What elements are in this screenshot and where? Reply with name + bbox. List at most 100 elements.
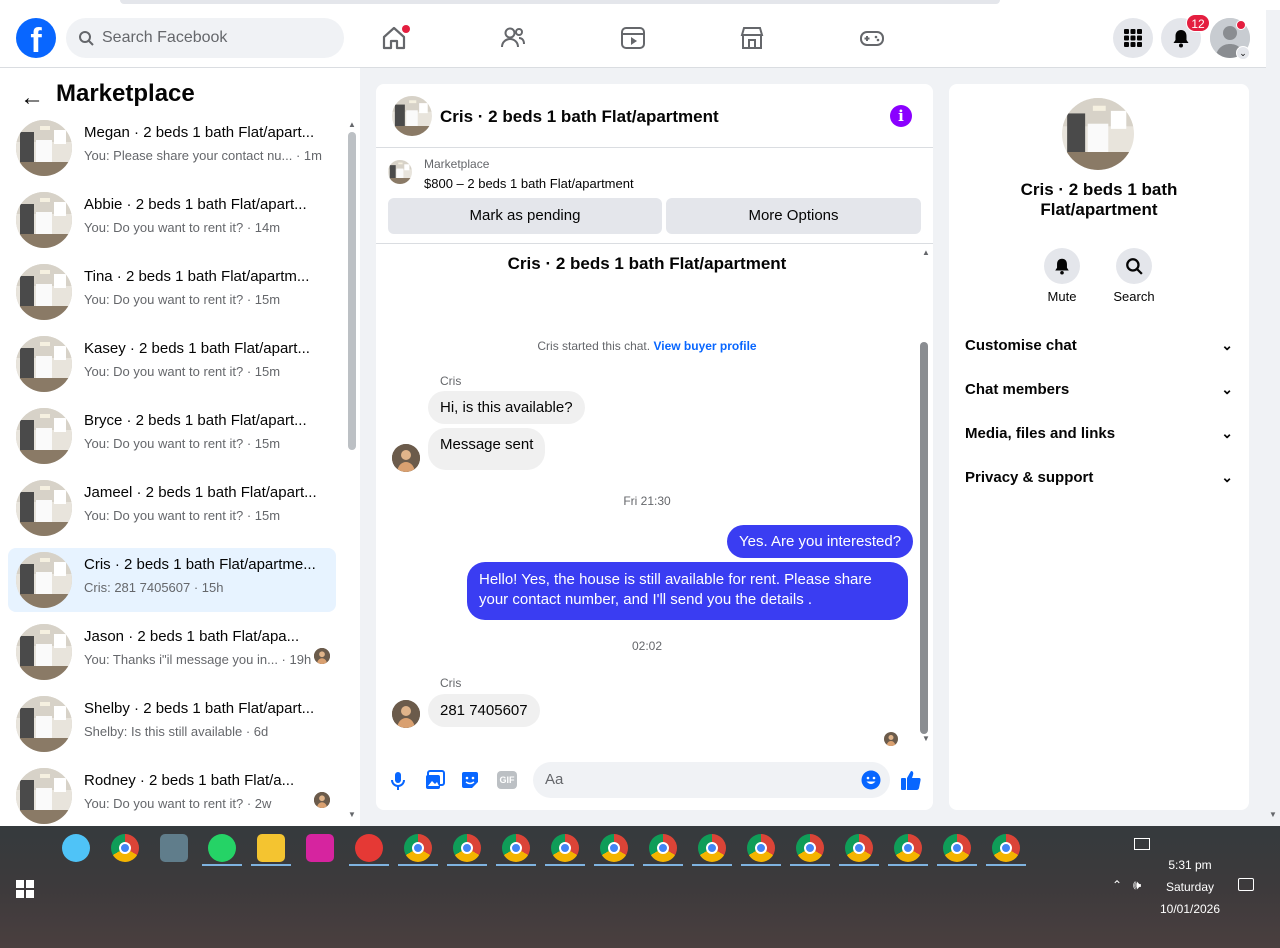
listing-thumbnail xyxy=(16,480,72,536)
conversation-item[interactable]: Bryce · 2 beds 1 bath Flat/apart... You: … xyxy=(8,404,336,468)
menu-grid-icon xyxy=(1124,29,1142,47)
conversation-preview: You: Thanks i"il message you in... · 19h xyxy=(84,652,312,667)
message-input[interactable]: Aa xyxy=(533,762,890,798)
taskbar-active-indicator xyxy=(692,864,732,866)
clock-date[interactable]: 10/01/2026 xyxy=(1150,902,1230,916)
taskbar-active-indicator xyxy=(741,864,781,866)
whatsapp-icon[interactable] xyxy=(208,834,236,862)
conversation-name: Shelby · 2 beds 1 bath Flat/apart... xyxy=(84,700,315,717)
privacy-support-row[interactable]: Privacy & support ⌄ xyxy=(965,465,1233,489)
mute-button[interactable] xyxy=(1044,248,1080,284)
more-options-button[interactable]: More Options xyxy=(666,198,921,234)
conversation-name: Abbie · 2 beds 1 bath Flat/apart... xyxy=(84,196,307,213)
chat-title[interactable]: Cris · 2 beds 1 bath Flat/apartment xyxy=(440,107,719,127)
chrome-profile-icon[interactable] xyxy=(649,834,677,862)
instagram-icon[interactable] xyxy=(306,834,334,862)
chat-scroll-down[interactable]: ▼ xyxy=(922,734,930,743)
incoming-message[interactable]: Message sent xyxy=(428,428,546,470)
sender-avatar[interactable] xyxy=(392,700,420,728)
section-label: Chat members xyxy=(965,380,1070,398)
incoming-message[interactable]: 281 7405607 xyxy=(428,694,540,727)
chat-members-row[interactable]: Chat members ⌄ xyxy=(965,377,1233,401)
chrome-profile-icon[interactable] xyxy=(747,834,775,862)
file-explorer-icon[interactable] xyxy=(257,834,285,862)
thumbs-up-icon[interactable] xyxy=(900,769,922,796)
chrome-profile-icon[interactable] xyxy=(992,834,1020,862)
network-icon[interactable] xyxy=(1134,838,1150,850)
conversation-item[interactable]: Kasey · 2 beds 1 bath Flat/apart... You: … xyxy=(8,332,336,396)
incoming-message[interactable]: Hi, is this available? xyxy=(428,391,585,424)
conversation-item[interactable]: Rodney · 2 beds 1 bath Flat/a... You: Do … xyxy=(8,764,336,828)
customise-chat-row[interactable]: Customise chat ⌄ xyxy=(965,333,1233,357)
search-conversation-button[interactable] xyxy=(1116,248,1152,284)
chrome-profile-icon[interactable] xyxy=(943,834,971,862)
microphone-icon[interactable] xyxy=(390,771,406,796)
chrome-icon[interactable] xyxy=(111,834,139,862)
chrome-profile-icon[interactable] xyxy=(894,834,922,862)
calculator-icon[interactable] xyxy=(160,834,188,862)
chrome-profile-icon[interactable] xyxy=(502,834,530,862)
chrome-profile-icon[interactable] xyxy=(600,834,628,862)
back-arrow-icon[interactable]: ← xyxy=(20,84,44,112)
media-files-links-row[interactable]: Media, files and links ⌄ xyxy=(965,421,1233,445)
conversation-item[interactable]: Tina · 2 beds 1 bath Flat/apartm... You: … xyxy=(8,260,336,324)
outgoing-message[interactable]: Hello! Yes, the house is still available… xyxy=(467,562,908,620)
chrome-profile-icon[interactable] xyxy=(698,834,726,862)
chevron-down-icon: ⌄ xyxy=(1221,468,1233,485)
conversation-item[interactable]: Abbie · 2 beds 1 bath Flat/apart... You: … xyxy=(8,188,336,252)
photo-icon[interactable] xyxy=(425,770,445,795)
chat-scrollbar-thumb[interactable] xyxy=(920,342,928,734)
chrome-profile-icon[interactable] xyxy=(453,834,481,862)
view-buyer-profile-link[interactable]: View buyer profile xyxy=(653,339,756,353)
chrome-profile-icon[interactable] xyxy=(551,834,579,862)
listing-thumbnail xyxy=(16,768,72,824)
windows-start-icon[interactable] xyxy=(16,880,34,898)
clock-day[interactable]: Saturday xyxy=(1150,880,1230,894)
app-icon[interactable] xyxy=(62,834,90,862)
conversation-name: Jason · 2 beds 1 bath Flat/apa... xyxy=(84,628,300,645)
listing-thumbnail xyxy=(16,696,72,752)
listing-price-title[interactable]: $800 – 2 beds 1 bath Flat/apartment xyxy=(424,176,634,191)
taskbar-active-indicator xyxy=(790,864,830,866)
action-center-icon[interactable] xyxy=(1238,878,1254,891)
chrome-profile-icon[interactable] xyxy=(404,834,432,862)
listing-thumbnail[interactable] xyxy=(392,96,432,136)
emoji-icon[interactable] xyxy=(861,770,881,795)
search-input[interactable]: Search Facebook xyxy=(66,18,344,58)
conversation-item[interactable]: Shelby · 2 beds 1 bath Flat/apart... Shel… xyxy=(8,692,336,756)
facebook-logo[interactable]: f xyxy=(16,18,56,58)
gif-icon[interactable]: GIF xyxy=(497,771,517,789)
sidebar-scrollbar-thumb[interactable] xyxy=(348,132,356,450)
conversation-item[interactable]: Megan · 2 beds 1 bath Flat/apart... You: … xyxy=(8,116,336,180)
chevron-up-icon[interactable]: ⌃ xyxy=(1112,878,1122,892)
menu-grid-button[interactable] xyxy=(1113,18,1153,58)
conversation-name: Megan · 2 beds 1 bath Flat/apart... xyxy=(84,124,315,141)
marketplace-icon[interactable] xyxy=(738,24,766,52)
mark-as-pending-button[interactable]: Mark as pending xyxy=(388,198,662,234)
page-scrollbar[interactable]: ▼ xyxy=(1266,10,1280,826)
conversation-name: Rodney · 2 beds 1 bath Flat/a... xyxy=(84,772,295,789)
conversation-name: Kasey · 2 beds 1 bath Flat/apart... xyxy=(84,340,310,357)
gaming-icon[interactable] xyxy=(858,24,886,52)
chevron-down-icon[interactable]: ⌄ xyxy=(1236,46,1250,60)
bell-icon xyxy=(1173,30,1189,48)
conversation-item[interactable]: Cris · 2 beds 1 bath Flat/apartme... Cris… xyxy=(8,548,336,612)
listing-small-thumbnail[interactable] xyxy=(388,160,412,184)
chrome-profile-icon[interactable] xyxy=(845,834,873,862)
friends-icon[interactable] xyxy=(499,24,527,52)
sticker-icon[interactable] xyxy=(460,770,480,795)
chat-scroll-up[interactable]: ▲ xyxy=(922,248,930,257)
snipping-tool-icon[interactable] xyxy=(355,834,383,862)
listing-avatar[interactable] xyxy=(1062,98,1134,170)
sender-avatar[interactable] xyxy=(392,444,420,472)
info-icon[interactable]: i xyxy=(890,105,912,127)
clock-time[interactable]: 5:31 pm xyxy=(1150,858,1230,872)
conversation-preview: You: Do you want to rent it? · 15m xyxy=(84,292,281,307)
taskbar-active-indicator xyxy=(349,864,389,866)
conversation-item[interactable]: Jason · 2 beds 1 bath Flat/apa... You: Th… xyxy=(8,620,336,684)
watch-icon[interactable] xyxy=(619,24,647,52)
chrome-profile-icon[interactable] xyxy=(796,834,824,862)
outgoing-message[interactable]: Yes. Are you interested? xyxy=(727,525,914,558)
volume-icon[interactable]: 🕪 xyxy=(1133,877,1141,893)
conversation-item[interactable]: Jameel · 2 beds 1 bath Flat/apart... You:… xyxy=(8,476,336,540)
